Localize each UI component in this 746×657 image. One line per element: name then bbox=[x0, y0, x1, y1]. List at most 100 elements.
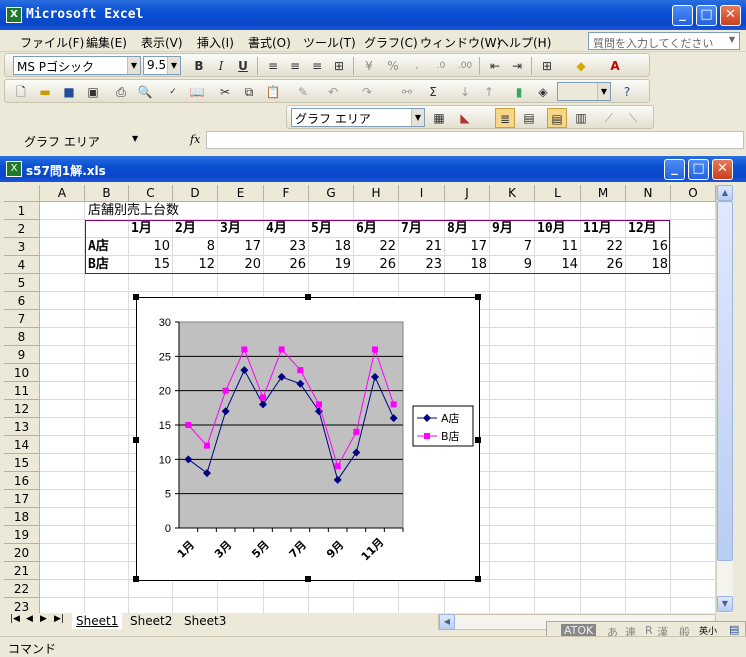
column-header-L[interactable]: L bbox=[535, 185, 581, 202]
column-header-B[interactable]: B bbox=[85, 185, 129, 202]
research-icon[interactable]: 📖 bbox=[187, 82, 207, 102]
column-header-D[interactable]: D bbox=[173, 185, 218, 202]
spelling-icon[interactable]: ✓ bbox=[163, 82, 183, 102]
wb-close-button[interactable]: ✕ bbox=[712, 159, 733, 180]
vertical-scrollbar[interactable]: ▲ ▼ bbox=[716, 185, 733, 613]
chevron-down-icon[interactable]: ▼ bbox=[411, 109, 424, 126]
data-table-icon[interactable]: ▤ bbox=[519, 108, 539, 128]
cell-B1-title[interactable]: 店舗別売上台数 bbox=[88, 202, 179, 220]
row-header-17[interactable]: 17 bbox=[4, 490, 40, 508]
borders-icon[interactable]: ⊞ bbox=[537, 56, 557, 76]
print-icon[interactable]: ⎙ bbox=[111, 82, 131, 102]
angle-down-icon[interactable]: ⟋ bbox=[599, 108, 619, 128]
comma-icon[interactable]: , bbox=[407, 56, 427, 76]
column-header-G[interactable]: G bbox=[309, 185, 354, 202]
currency-icon[interactable]: ¥ bbox=[359, 56, 379, 76]
column-header-M[interactable]: M bbox=[581, 185, 626, 202]
save-icon[interactable]: ■ bbox=[59, 82, 79, 102]
font-name-combo[interactable]: MS Pゴシック ▼ bbox=[13, 56, 141, 75]
drawing-icon[interactable]: ◈ bbox=[533, 82, 553, 102]
column-header-K[interactable]: K bbox=[490, 185, 535, 202]
merge-center-icon[interactable]: ⊞ bbox=[329, 56, 349, 76]
hyperlink-icon[interactable]: ⚯ bbox=[397, 82, 417, 102]
resize-handle[interactable] bbox=[133, 437, 139, 443]
font-color-icon[interactable]: A bbox=[605, 56, 625, 76]
resize-handle[interactable] bbox=[305, 294, 311, 300]
row-header-15[interactable]: 15 bbox=[4, 454, 40, 472]
chart-wizard-icon[interactable]: ▮ bbox=[509, 82, 529, 102]
chart-type-icon[interactable]: ◣ bbox=[455, 108, 475, 128]
row-header-13[interactable]: 13 bbox=[4, 418, 40, 436]
row-header-21[interactable]: 21 bbox=[4, 562, 40, 580]
row-header-12[interactable]: 12 bbox=[4, 400, 40, 418]
bold-icon[interactable]: B bbox=[189, 56, 209, 76]
format-chart-area-icon[interactable]: ▦ bbox=[429, 108, 449, 128]
close-button[interactable]: ✕ bbox=[720, 5, 741, 26]
menu-help[interactable]: ヘルプ(H) bbox=[497, 34, 551, 51]
italic-icon[interactable]: I bbox=[211, 56, 231, 76]
sort-descending-icon[interactable]: ↑ bbox=[479, 82, 499, 102]
row-header-11[interactable]: 11 bbox=[4, 382, 40, 400]
resize-handle[interactable] bbox=[133, 294, 139, 300]
align-left-icon[interactable]: ≡ bbox=[263, 56, 283, 76]
line-chart[interactable]: 0 5 10 15 20 25 30 1月 3月 5月 7月 9月 11月 A店 B店 bbox=[137, 298, 481, 582]
row-header-16[interactable]: 16 bbox=[4, 472, 40, 490]
column-header-I[interactable]: I bbox=[399, 185, 445, 202]
permission-icon[interactable]: ▣ bbox=[83, 82, 103, 102]
tab-sheet1[interactable]: Sheet1 bbox=[72, 613, 123, 629]
row-header-2[interactable]: 2 bbox=[4, 220, 40, 238]
resize-handle[interactable] bbox=[475, 437, 481, 443]
row-header-19[interactable]: 19 bbox=[4, 526, 40, 544]
by-column-icon[interactable]: ▥ bbox=[571, 108, 591, 128]
format-painter-icon[interactable]: ✎ bbox=[293, 82, 313, 102]
row-header-14[interactable]: 14 bbox=[4, 436, 40, 454]
underline-icon[interactable]: U bbox=[233, 56, 253, 76]
menu-view[interactable]: 表示(V) bbox=[141, 34, 183, 51]
chevron-down-icon[interactable]: ▼ bbox=[597, 83, 610, 100]
prev-sheet-icon[interactable]: ◀ bbox=[22, 613, 37, 625]
wb-maximize-button[interactable]: □ bbox=[688, 159, 709, 180]
help-search-input[interactable]: 質問を入力してください ▼ bbox=[588, 32, 740, 50]
menu-file[interactable]: ファイル(F) bbox=[20, 34, 84, 51]
menu-edit[interactable]: 編集(E) bbox=[86, 34, 127, 51]
workbook-icon[interactable]: X bbox=[6, 161, 22, 177]
column-header-H[interactable]: H bbox=[354, 185, 399, 202]
help-icon[interactable]: ? bbox=[617, 82, 637, 102]
row-header-9[interactable]: 9 bbox=[4, 346, 40, 364]
decrease-indent-icon[interactable]: ⇤ bbox=[485, 56, 505, 76]
paste-icon[interactable]: 📋 bbox=[263, 82, 283, 102]
resize-handle[interactable] bbox=[475, 294, 481, 300]
tab-sheet2[interactable]: Sheet2 bbox=[126, 613, 176, 629]
column-header-E[interactable]: E bbox=[218, 185, 264, 202]
resize-handle[interactable] bbox=[305, 576, 311, 582]
undo-icon[interactable]: ↶ bbox=[323, 82, 343, 102]
scroll-up-icon[interactable]: ▲ bbox=[717, 185, 733, 201]
column-header-J[interactable]: J bbox=[445, 185, 490, 202]
menu-tools[interactable]: ツール(T) bbox=[303, 34, 356, 51]
scroll-down-icon[interactable]: ▼ bbox=[717, 596, 733, 612]
sort-ascending-icon[interactable]: ↓ bbox=[455, 82, 475, 102]
menu-window[interactable]: ウィンドウ(W) bbox=[420, 34, 501, 51]
menu-insert[interactable]: 挿入(I) bbox=[197, 34, 234, 51]
select-all-corner[interactable] bbox=[4, 185, 40, 202]
row-header-7[interactable]: 7 bbox=[4, 310, 40, 328]
fill-color-icon[interactable]: ◆ bbox=[571, 56, 591, 76]
row-header-6[interactable]: 6 bbox=[4, 292, 40, 310]
row-header-22[interactable]: 22 bbox=[4, 580, 40, 598]
font-size-combo[interactable]: 9.5 ▼ bbox=[143, 56, 181, 75]
open-icon[interactable]: ▬ bbox=[35, 82, 55, 102]
wb-minimize-button[interactable]: _ bbox=[664, 159, 685, 180]
row-header-18[interactable]: 18 bbox=[4, 508, 40, 526]
copy-icon[interactable]: ⧉ bbox=[239, 82, 259, 102]
row-header-23[interactable]: 23 bbox=[4, 598, 40, 613]
menu-chart[interactable]: グラフ(C) bbox=[364, 34, 418, 51]
resize-handle[interactable] bbox=[133, 576, 139, 582]
column-header-A[interactable]: A bbox=[40, 185, 85, 202]
column-header-C[interactable]: C bbox=[129, 185, 173, 202]
spreadsheet-grid[interactable]: ABCDEFGHIJKLMNO 1 2 3 4 5 6 7 8 9 10 11 12 13 14 15 16 1… bbox=[4, 185, 716, 613]
percent-icon[interactable]: % bbox=[383, 56, 403, 76]
legend-icon[interactable]: ≣ bbox=[495, 108, 515, 128]
column-header-N[interactable]: N bbox=[626, 185, 671, 202]
row-header-8[interactable]: 8 bbox=[4, 328, 40, 346]
autosum-icon[interactable]: Σ bbox=[423, 82, 443, 102]
